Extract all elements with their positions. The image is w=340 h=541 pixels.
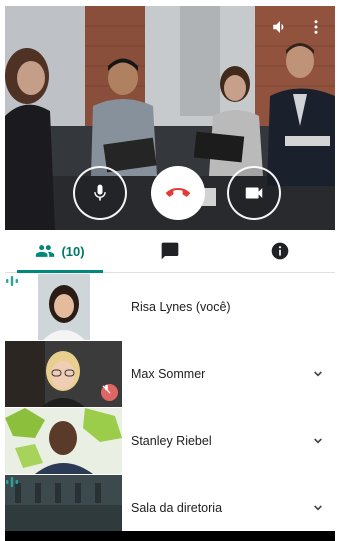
chevron-down-icon[interactable] <box>307 363 329 385</box>
participant-row-risa[interactable]: Risa Lynes (você) <box>5 274 335 340</box>
videocam-icon <box>245 187 263 199</box>
participant-count: (10) <box>61 243 85 259</box>
camera-button[interactable] <box>227 166 281 220</box>
tab-participants[interactable]: (10) <box>5 230 115 273</box>
avatar <box>5 274 122 340</box>
hangup-icon <box>166 188 190 197</box>
mic-muted-icon <box>101 384 118 401</box>
people-icon <box>36 245 55 257</box>
tab-info[interactable] <box>225 230 335 272</box>
mic-button[interactable] <box>73 166 127 220</box>
chevron-down-icon[interactable] <box>307 497 329 519</box>
hangup-button[interactable] <box>151 166 205 220</box>
participant-list: Risa Lynes (você) Max Sommer Stanley Rie… <box>5 274 335 541</box>
chevron-down-icon[interactable] <box>307 430 329 452</box>
participant-name: Max Sommer <box>131 367 206 381</box>
participant-name: Sala da diretoria <box>131 501 223 515</box>
chat-icon <box>161 242 179 260</box>
participant-name: Stanley Riebel <box>131 434 212 448</box>
system-nav-bar <box>5 531 335 541</box>
participant-name: Risa Lynes (você) <box>131 300 231 314</box>
participant-row-max[interactable]: Max Sommer <box>5 341 335 407</box>
volume-icon[interactable] <box>269 16 291 38</box>
mic-icon <box>94 184 106 201</box>
main-video[interactable] <box>5 6 335 230</box>
info-icon <box>271 242 289 260</box>
more-vert-icon[interactable] <box>305 16 327 38</box>
tab-bar: (10) <box>5 230 335 273</box>
tab-chat[interactable] <box>115 230 225 272</box>
participant-row-stanley[interactable]: Stanley Riebel <box>5 408 335 474</box>
speaking-icon <box>6 477 18 487</box>
avatar <box>5 341 122 407</box>
speaking-icon <box>6 276 18 286</box>
avatar <box>5 408 122 474</box>
